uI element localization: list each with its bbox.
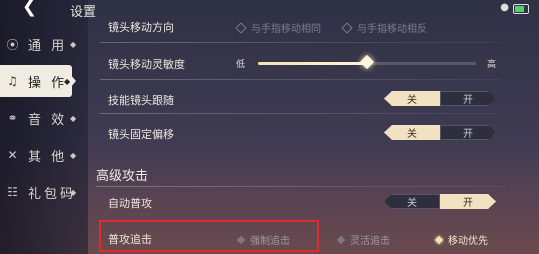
- sidebar-item-label: 其 他: [28, 149, 68, 165]
- back-button[interactable]: ❮: [22, 0, 42, 16]
- toggle-on-option[interactable]: 开: [440, 194, 496, 209]
- sidebar-item-label: 操 作: [28, 75, 68, 91]
- sidebar-item-sound[interactable]: ⚭ 音 效 ◆: [0, 102, 80, 134]
- auto-attack-toggle[interactable]: 关 开: [384, 194, 496, 209]
- slider-high-label: 高: [487, 60, 497, 70]
- diamond-icon: [235, 21, 247, 34]
- sidebar-item-gift-code[interactable]: ☷ 礼包码 ◆: [0, 176, 80, 208]
- divider: [96, 186, 506, 187]
- sidebar-item-label: 礼包码: [28, 186, 77, 202]
- toggle-on-option[interactable]: 开: [440, 125, 496, 140]
- sidebar-item-general[interactable]: ⦿ 通 用 ◆: [0, 28, 80, 60]
- battery-icon: [513, 4, 529, 14]
- camera-direction-label: 镜头移动方向: [108, 21, 174, 34]
- signal-icon: ⦿: [6, 37, 22, 52]
- skill-camera-follow-label: 技能镜头跟随: [108, 94, 174, 107]
- page-title: 设置: [70, 5, 97, 20]
- wifi-icon: ●: [500, 2, 509, 13]
- option-label: 灵活追击: [350, 236, 390, 247]
- diamond-icon: [336, 235, 346, 244]
- option-label: 与手指移动相反: [357, 24, 427, 35]
- skill-camera-follow-toggle[interactable]: 关 开: [384, 91, 496, 106]
- headphones-icon: ⚭: [7, 111, 21, 125]
- diamond-icon: ◆: [70, 187, 80, 197]
- divider: [100, 113, 500, 114]
- diamond-icon: [341, 21, 353, 34]
- chevron-left-icon: ❮: [22, 0, 38, 17]
- auto-attack-label: 自动普攻: [108, 197, 152, 210]
- sensitivity-slider[interactable]: [258, 54, 476, 70]
- advanced-attack-title: 高级攻击: [96, 169, 149, 184]
- sidebar-item-label: 通 用: [28, 38, 68, 54]
- slider-fill: [258, 62, 367, 65]
- sidebar-item-controls[interactable]: ♫ 操 作 ◆: [0, 65, 72, 97]
- toggle-off-option[interactable]: 关: [384, 125, 440, 140]
- camera-fixed-offset-label: 镜头固定偏移: [108, 128, 174, 141]
- tools-icon: ✕: [7, 148, 21, 162]
- gift-icon: ☷: [7, 185, 21, 199]
- diamond-icon: ◆: [70, 39, 80, 49]
- diamond-icon: [434, 235, 444, 244]
- sidebar-item-other[interactable]: ✕ 其 他 ◆: [0, 139, 80, 171]
- slider-thumb[interactable]: [359, 54, 375, 70]
- option-label: 移动优先: [448, 236, 488, 247]
- guitar-icon: ♫: [7, 74, 21, 88]
- camera-direction-same-option[interactable]: 与手指移动相同: [235, 20, 321, 35]
- toggle-off-option[interactable]: 关: [384, 194, 440, 209]
- chase-move-priority-option[interactable]: 移动优先: [434, 232, 488, 247]
- camera-sensitivity-label: 镜头移动灵敏度: [108, 58, 185, 71]
- divider: [100, 79, 500, 80]
- diamond-icon: ◆: [70, 113, 80, 123]
- camera-fixed-offset-toggle[interactable]: 关 开: [384, 125, 496, 140]
- toggle-off-option[interactable]: 关: [384, 91, 440, 106]
- chase-flexible-option[interactable]: 灵活追击: [336, 232, 390, 247]
- divider: [100, 42, 500, 43]
- camera-direction-reverse-option[interactable]: 与手指移动相反: [341, 20, 427, 35]
- slider-low-label: 低: [236, 60, 246, 70]
- toggle-on-option[interactable]: 开: [440, 91, 496, 106]
- active-indicator: [70, 74, 76, 88]
- top-bar: ❮ 设置 ●: [0, 0, 539, 20]
- option-label: 与手指移动相同: [251, 24, 321, 35]
- diamond-icon: ◆: [70, 150, 80, 160]
- sidebar-item-label: 音 效: [28, 112, 68, 128]
- highlight-annotation-box: [99, 220, 319, 252]
